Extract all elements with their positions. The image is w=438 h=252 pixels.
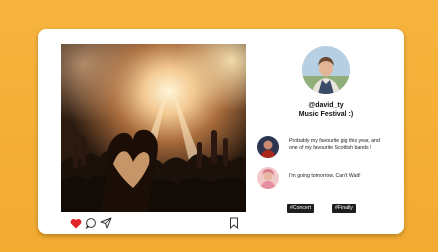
post-caption: Music Festival :)	[298, 111, 354, 118]
comment-text: Probably my favourite gig this year, and…	[289, 138, 380, 151]
profile-block: @david_ty Music Festival :)	[282, 46, 370, 134]
post-actions	[69, 216, 239, 230]
hashtag-finally[interactable]: #Finally	[332, 204, 356, 213]
commenter-avatar[interactable]	[257, 167, 279, 189]
concert-photo	[61, 44, 246, 212]
post-photo[interactable]	[61, 44, 246, 212]
username[interactable]: @david_ty	[282, 101, 370, 110]
speech-bubble-icon[interactable]	[84, 216, 98, 230]
commenter-avatar[interactable]	[257, 136, 279, 158]
hashtag-concert[interactable]: #Concert	[287, 204, 315, 213]
post-card: @david_ty Music Festival :) Probably my …	[38, 29, 404, 234]
heart-icon[interactable]	[69, 216, 83, 230]
bookmark-icon[interactable]	[227, 216, 241, 230]
paper-plane-icon[interactable]	[99, 216, 113, 230]
comment-text: I'm going tomorrow. Can't Wait!	[289, 173, 361, 179]
avatar[interactable]	[302, 46, 350, 94]
